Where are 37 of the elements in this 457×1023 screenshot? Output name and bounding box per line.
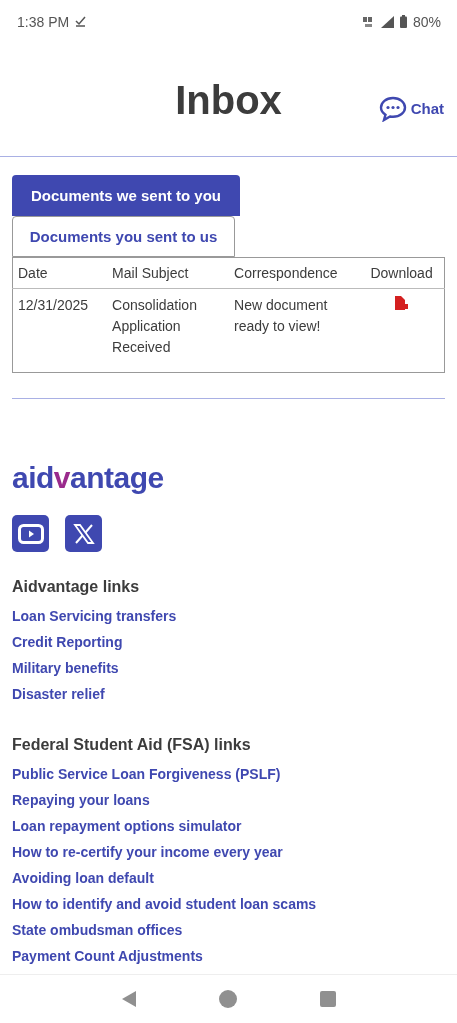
footer-link[interactable]: State ombudsman offices [12,922,183,949]
tab[interactable]: Documents we sent to you [12,175,240,217]
subject-cell: Consolidation Application Received [107,288,230,373]
brand-logo: aidvantage [12,461,164,496]
back-icon[interactable] [121,990,138,1009]
tab[interactable]: Documents you sent to us [12,216,235,258]
column-header: Correspondence [229,257,360,289]
column-header: Date [12,257,108,289]
column-header: Mail Subject [107,257,230,289]
footer-link[interactable]: Avoiding loan default [12,870,154,897]
links-heading: Federal Student Aid (FSA) links [12,736,252,755]
video-play-icon[interactable] [12,515,49,553]
recents-icon[interactable] [319,991,336,1008]
page-title: Inbox [175,77,282,123]
footer-link[interactable]: Loan repayment options simulator [12,818,242,845]
footer-link[interactable]: Payment Count Adjustments [12,948,203,975]
footer-link[interactable]: Loan Servicing transfers [12,608,177,635]
status-time: 1:38 PM [17,13,70,30]
battery-icon [399,15,407,29]
footer-link[interactable]: Disaster relief [12,686,105,713]
correspondence-cell: New document ready to view! [229,288,360,373]
footer-link[interactable]: Public Service Loan Forgiveness (PSLF) [12,766,281,793]
footer-link[interactable]: Military benefits [12,660,119,687]
footer-link[interactable]: How to identify and avoid student loan scams [12,896,317,923]
x-icon[interactable] [65,515,102,553]
home-icon[interactable] [219,990,238,1009]
pdf-icon[interactable] [395,296,409,311]
footer-link[interactable]: Credit Reporting [12,634,123,661]
signal-icon [380,15,394,28]
date-cell: 12/31/2025 [12,288,108,373]
column-header: Download [359,257,445,289]
chat-link[interactable]: Chat [378,95,444,122]
battery-percent: 80% [412,13,441,30]
footer-link[interactable]: How to re-certify your income every year [12,844,283,871]
links-heading: Aidvantage links [12,578,141,597]
footer-link[interactable]: Repaying your loans [12,792,150,819]
download-done-icon [75,16,87,28]
